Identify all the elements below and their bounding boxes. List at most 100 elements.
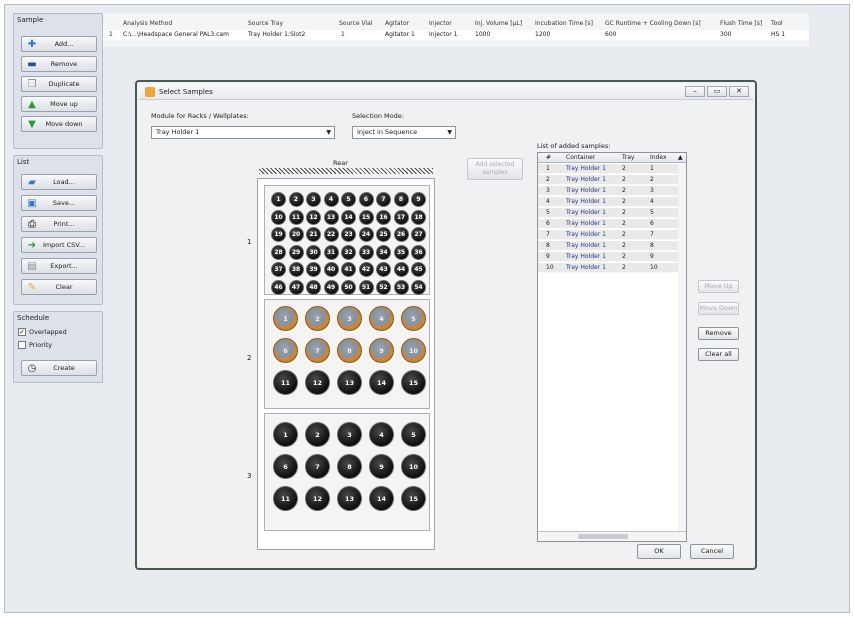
vial-21[interactable]: 21 xyxy=(306,227,321,242)
export-button[interactable]: ▤ Export... xyxy=(21,258,97,274)
vial-14[interactable]: 14 xyxy=(369,370,394,395)
vial-19[interactable]: 19 xyxy=(271,227,286,242)
vial-6[interactable]: 6 xyxy=(273,454,298,479)
vial-34[interactable]: 34 xyxy=(376,244,391,260)
vial-7[interactable]: 7 xyxy=(376,192,391,207)
vial-12[interactable]: 12 xyxy=(305,370,330,395)
duplicate-sample-button[interactable]: ❐ Duplicate xyxy=(21,76,97,92)
vial-14[interactable]: 14 xyxy=(341,209,356,225)
column-header[interactable]: Flush Time [s] xyxy=(720,20,762,27)
vial-42[interactable]: 42 xyxy=(358,262,374,277)
vial-24[interactable]: 24 xyxy=(358,227,374,242)
list-item[interactable]: 7 Tray Holder 127 xyxy=(538,230,678,240)
move-up-button[interactable]: ▲ Move up xyxy=(21,96,97,112)
vial-15[interactable]: 15 xyxy=(401,370,426,395)
move-down-button[interactable]: ▼ Move down xyxy=(21,116,97,132)
vial-4[interactable]: 4 xyxy=(369,422,394,447)
list-item[interactable]: 10 Tray Holder 1 2 10 xyxy=(538,263,678,273)
cancel-button[interactable]: Cancel xyxy=(690,544,734,559)
vial-3[interactable]: 3 xyxy=(337,306,362,331)
column-header[interactable]: # xyxy=(546,154,551,161)
clear-all-button[interactable]: Clear all xyxy=(698,348,739,361)
column-header[interactable]: Injector xyxy=(429,20,452,27)
vial-45[interactable]: 45 xyxy=(411,262,426,277)
vial-8[interactable]: 8 xyxy=(393,192,409,207)
list-item[interactable]: 8 Tray Holder 128 xyxy=(538,241,678,251)
vial-39[interactable]: 39 xyxy=(306,262,321,277)
print-button[interactable]: ⎙ Print... xyxy=(21,216,97,232)
import-csv-button[interactable]: ➜ Import CSV... xyxy=(21,237,97,253)
dialog-title-bar[interactable]: Select Samples – ▭ ✕ xyxy=(139,84,753,100)
vial-35[interactable]: 35 xyxy=(393,244,409,260)
vial-9[interactable]: 9 xyxy=(369,338,394,363)
vial-54[interactable]: 54 xyxy=(411,279,426,295)
vial-17[interactable]: 17 xyxy=(393,209,409,225)
vial-15[interactable]: 15 xyxy=(401,486,426,511)
ok-button[interactable]: OK xyxy=(637,544,681,559)
vial-48[interactable]: 48 xyxy=(306,279,321,295)
vial-8[interactable]: 8 xyxy=(337,454,362,479)
load-button[interactable]: ▰ Load... xyxy=(21,174,97,190)
maximize-icon[interactable]: ▭ xyxy=(707,86,727,97)
remove-sample-button[interactable]: ▬ Remove xyxy=(21,56,97,72)
selection-mode-select[interactable]: Inject in Sequence ▼ xyxy=(352,126,456,139)
vial-38[interactable]: 38 xyxy=(288,262,304,277)
vial-52[interactable]: 52 xyxy=(376,279,391,295)
vial-11[interactable]: 11 xyxy=(273,370,298,395)
vial-40[interactable]: 40 xyxy=(323,262,339,277)
vial-4[interactable]: 4 xyxy=(369,306,394,331)
vial-5[interactable]: 5 xyxy=(341,192,356,207)
vial-13[interactable]: 13 xyxy=(323,209,339,225)
list-item[interactable]: 1 Tray Holder 121 xyxy=(538,164,678,174)
add-sample-button[interactable]: ✚ Add... xyxy=(21,36,97,52)
close-icon[interactable]: ✕ xyxy=(729,86,749,97)
vial-1[interactable]: 1 xyxy=(273,422,298,447)
vial-9[interactable]: 9 xyxy=(369,454,394,479)
vial-14[interactable]: 14 xyxy=(369,486,394,511)
vial-6[interactable]: 6 xyxy=(273,338,298,363)
vial-12[interactable]: 12 xyxy=(305,486,330,511)
vial-43[interactable]: 43 xyxy=(376,262,391,277)
vial-1[interactable]: 1 xyxy=(273,306,298,331)
vertical-scrollbar[interactable] xyxy=(678,163,686,531)
list-item[interactable]: 2 Tray Holder 122 xyxy=(538,175,678,185)
vial-23[interactable]: 23 xyxy=(341,227,356,242)
vial-16[interactable]: 16 xyxy=(376,209,391,225)
vial-31[interactable]: 31 xyxy=(323,244,339,260)
vial-6[interactable]: 6 xyxy=(358,192,374,207)
vial-22[interactable]: 22 xyxy=(323,227,339,242)
vial-2[interactable]: 2 xyxy=(305,422,330,447)
column-header[interactable]: Agitator xyxy=(385,20,409,27)
column-header[interactable]: Tray xyxy=(622,154,634,161)
column-header[interactable]: Index xyxy=(650,154,667,161)
added-samples-list[interactable]: # Container Tray Index ▲ 1 Tray Holder 12… xyxy=(537,152,687,542)
vial-13[interactable]: 13 xyxy=(337,486,362,511)
vial-30[interactable]: 30 xyxy=(306,244,321,260)
priority-checkbox[interactable]: Priority xyxy=(18,341,52,349)
vial-7[interactable]: 7 xyxy=(305,338,330,363)
vial-41[interactable]: 41 xyxy=(341,262,356,277)
list-item[interactable]: 4 Tray Holder 124 xyxy=(538,197,678,207)
vial-9[interactable]: 9 xyxy=(411,192,426,207)
column-header[interactable]: Incubation Time [s] xyxy=(535,20,593,27)
vial-2[interactable]: 2 xyxy=(288,192,304,207)
column-header[interactable]: Tool xyxy=(771,20,783,27)
vial-10[interactable]: 10 xyxy=(401,454,426,479)
vial-29[interactable]: 29 xyxy=(288,244,304,260)
module-select[interactable]: Tray Holder 1 ▼ xyxy=(151,126,335,139)
table-row[interactable]: 1 C:\...\Headspace General PAL3.cam Tray… xyxy=(103,30,809,40)
horizontal-scrollbar[interactable] xyxy=(538,531,686,541)
vial-33[interactable]: 33 xyxy=(358,244,374,260)
vial-15[interactable]: 15 xyxy=(358,209,374,225)
vial-11[interactable]: 11 xyxy=(273,486,298,511)
column-header[interactable]: Source Vial xyxy=(339,20,373,27)
overlapped-checkbox[interactable]: ✓ Overlapped xyxy=(18,328,67,336)
vial-10[interactable]: 10 xyxy=(271,209,286,225)
column-header[interactable]: Container xyxy=(566,154,595,161)
vial-36[interactable]: 36 xyxy=(411,244,426,260)
column-header[interactable]: Inj. Volume [µL] xyxy=(475,20,522,27)
create-button[interactable]: ◷ Create xyxy=(21,360,97,376)
vial-1[interactable]: 1 xyxy=(271,192,286,207)
vial-5[interactable]: 5 xyxy=(401,306,426,331)
list-item[interactable]: 9 Tray Holder 129 xyxy=(538,252,678,262)
